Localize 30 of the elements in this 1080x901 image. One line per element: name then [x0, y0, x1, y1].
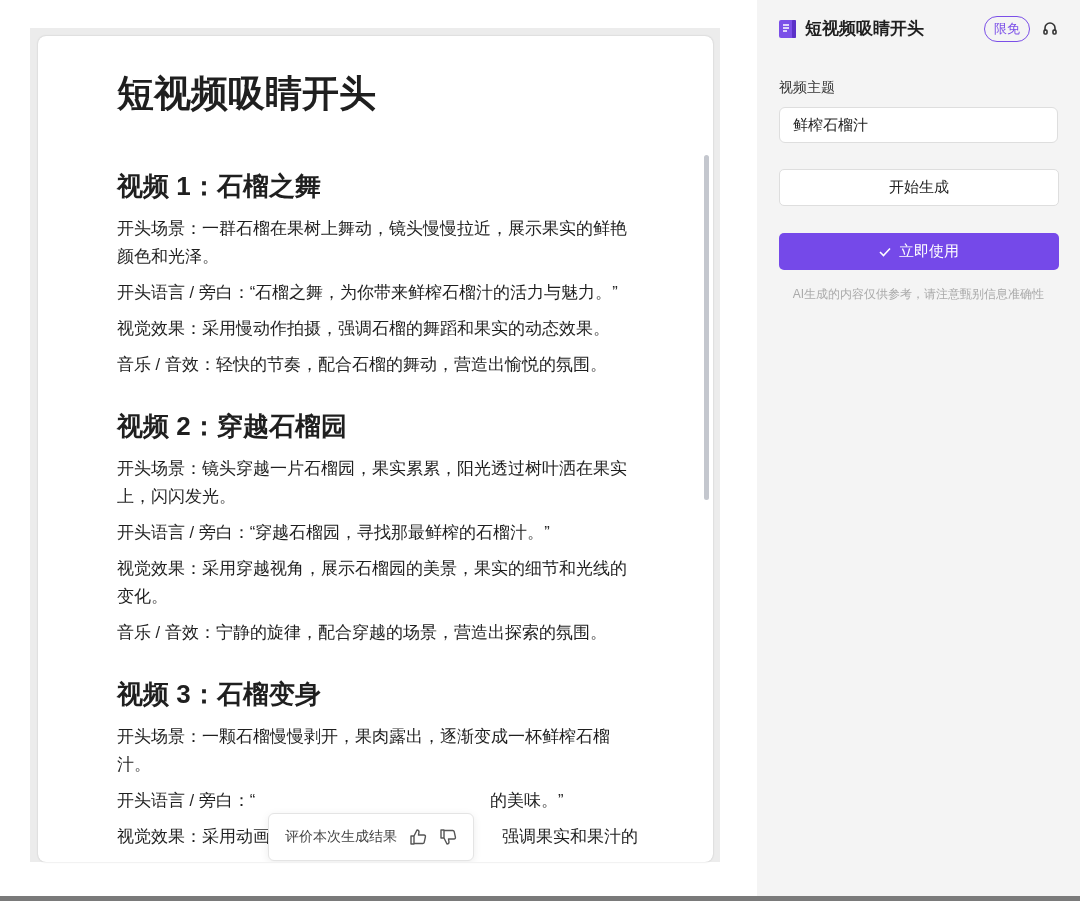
- paragraph: 开头语言 / 旁白：“石榴之舞，为你带来鲜榨石榴汁的活力与魅力。”: [117, 282, 619, 303]
- thumbs-down-icon[interactable]: [439, 828, 457, 846]
- document-title: 短视频吸睛开头: [117, 72, 377, 116]
- document-icon: [779, 20, 797, 38]
- paragraph: 音乐 / 音效：宁静的旋律，配合穿越的场景，营造出探索的氛围。: [117, 622, 608, 643]
- field-label: 视频主题: [779, 79, 836, 97]
- topic-input[interactable]: 鲜榨石榴汁: [779, 107, 1058, 143]
- thumbs-up-icon[interactable]: [409, 828, 427, 846]
- use-button[interactable]: 立即使用: [779, 233, 1059, 270]
- paragraph: 开头场景：一颗石榴慢慢剥开，果肉露出，逐渐变成一杯鲜榨石榴汁。: [117, 726, 611, 775]
- scrollbar-thumb[interactable]: [704, 155, 709, 500]
- rating-prompt: 评价本次生成结果: [285, 828, 397, 846]
- generate-button[interactable]: 开始生成: [779, 169, 1059, 206]
- section-heading: 视频 1：石榴之舞: [117, 170, 322, 203]
- app-title: 短视频吸睛开头: [805, 18, 925, 39]
- check-icon: [879, 246, 891, 257]
- paragraph: 开头语言 / 旁白：“穿越石榴园，寻找那最鲜榨的石榴汁。”: [117, 522, 551, 543]
- paragraph-fragment: 开头语言 / 旁白：“: [117, 790, 257, 811]
- paragraph: 开头场景：一群石榴在果树上舞动，镜头慢慢拉近，展示果实的鲜艳颜色和光泽。: [117, 218, 628, 267]
- paragraph: 视觉效果：采用穿越视角，展示石榴园的美景，果实的细节和光线的变化。: [117, 558, 628, 607]
- paragraph-fragment: 强调果实和果汁的: [502, 826, 638, 847]
- paragraph: 开头场景：镜头穿越一片石榴园，果实累累，阳光透过树叶洒在果实上，闪闪发光。: [117, 458, 628, 507]
- section-heading: 视频 2：穿越石榴园: [117, 410, 348, 443]
- section-heading: 视频 3：石榴变身: [117, 678, 322, 711]
- paragraph: 视觉效果：采用慢动作拍摄，强调石榴的舞蹈和果实的动态效果。: [117, 318, 611, 339]
- disclaimer: AI生成的内容仅供参考，请注意甄别信息准确性: [791, 286, 1046, 303]
- paragraph-fragment: 的美味。”: [490, 790, 565, 811]
- headset-icon[interactable]: [1042, 21, 1058, 37]
- paragraph: 音乐 / 音效：轻快的节奏，配合石榴的舞动，营造出愉悦的氛围。: [117, 354, 608, 375]
- paragraph-fragment: 视觉效果：采用动画: [117, 826, 268, 847]
